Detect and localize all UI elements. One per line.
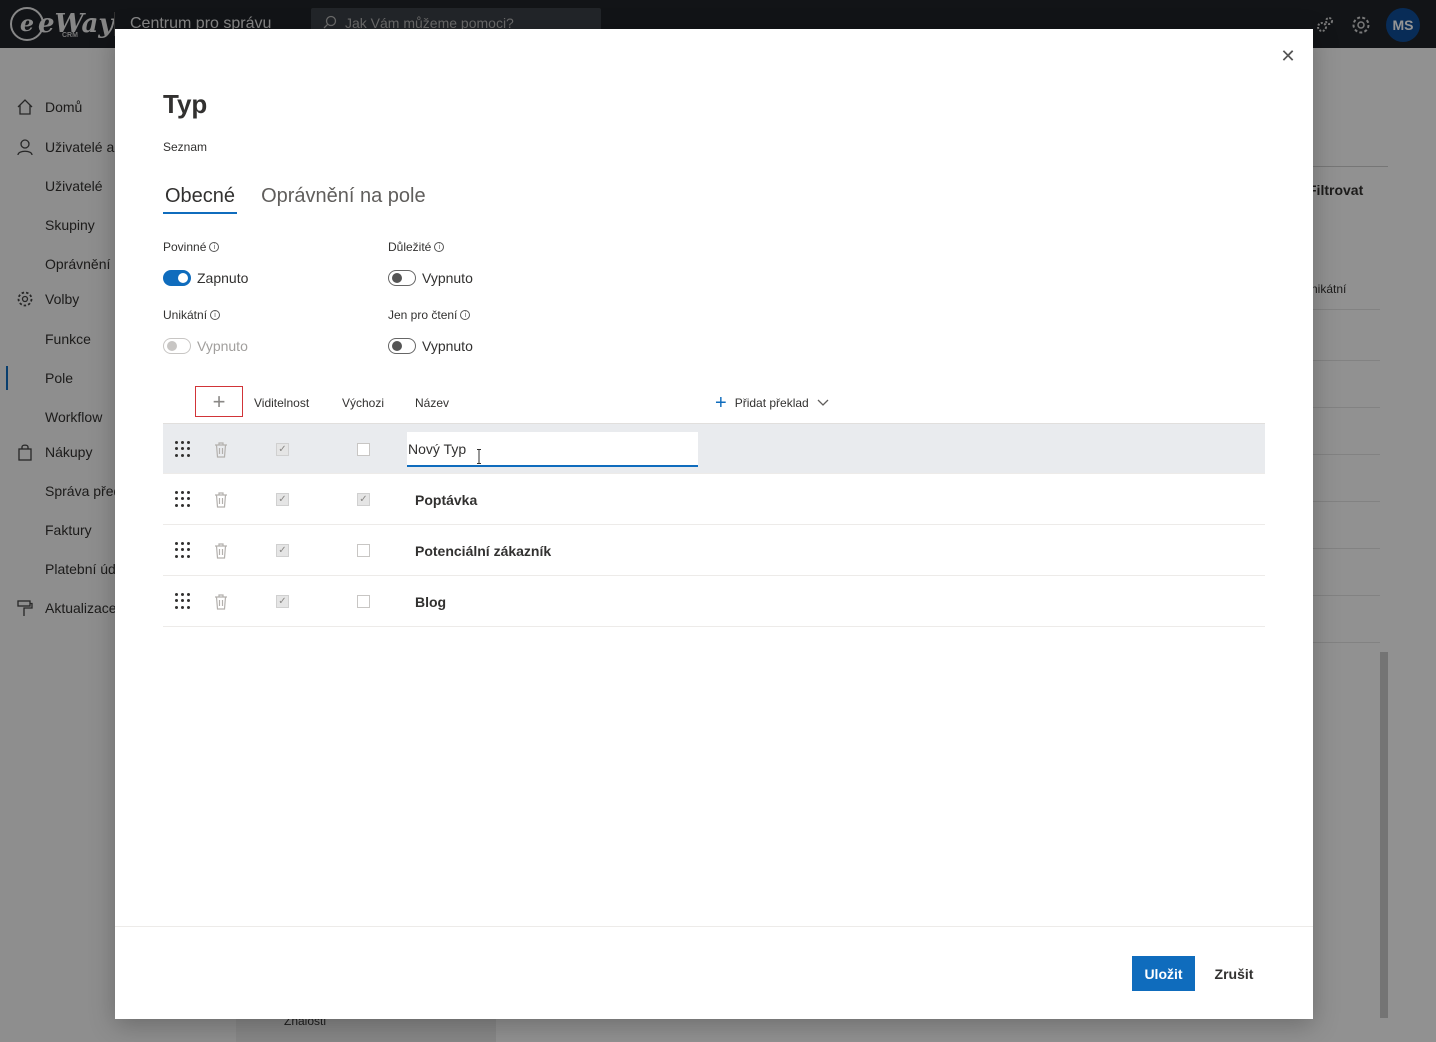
table-row[interactable]: Poptávka (163, 474, 1265, 525)
default-checkbox[interactable] (357, 443, 370, 456)
column-header-visibility: Viditelnost (254, 396, 310, 410)
required-field: Povinné i Zapnuto (163, 240, 248, 286)
item-name[interactable]: Potenciální zákazník (415, 543, 551, 559)
tab-field-permissions[interactable]: Oprávnění na pole (259, 185, 428, 212)
cancel-button[interactable]: Zrušit (1205, 956, 1263, 991)
add-translation-label: Přidat překlad (734, 396, 809, 410)
visibility-checkbox (276, 443, 289, 456)
default-checkbox[interactable] (357, 493, 370, 506)
options-grid: + Viditelnost Výchozi Název + Přidat pře… (163, 384, 1265, 627)
plus-icon: + (715, 392, 727, 414)
item-name[interactable]: Poptávka (415, 492, 477, 508)
plus-icon: + (212, 388, 226, 414)
drag-handle-icon[interactable] (175, 441, 191, 457)
table-row[interactable]: Blog (163, 576, 1265, 627)
unique-field: Unikátní i Vypnuto (163, 308, 248, 354)
info-icon[interactable]: i (209, 242, 220, 252)
drag-handle-icon[interactable] (175, 542, 191, 558)
trash-icon[interactable] (213, 441, 229, 459)
required-toggle-state: Zapnuto (197, 270, 249, 286)
readonly-toggle-state: Vypnuto (422, 338, 473, 354)
table-row[interactable]: Potenciální zákazník (163, 525, 1265, 576)
required-label: Povinné (163, 240, 207, 254)
dialog-subtitle: Seznam (163, 140, 208, 154)
visibility-checkbox (276, 493, 289, 506)
footer-divider (115, 926, 1313, 927)
item-name[interactable]: Blog (415, 594, 446, 610)
default-checkbox[interactable] (357, 595, 370, 608)
trash-icon[interactable] (213, 491, 229, 509)
readonly-field: Jen pro čtení i Vypnuto (388, 308, 473, 354)
grid-header: + Viditelnost Výchozi Název + Přidat pře… (163, 384, 1265, 423)
field-edit-dialog: ✕ Typ Seznam Obecné Oprávnění na pole Po… (115, 29, 1313, 1019)
column-header-name: Název (415, 396, 450, 410)
save-button[interactable]: Uložit (1132, 956, 1195, 991)
info-icon[interactable]: i (210, 310, 221, 320)
important-label: Důležité (388, 240, 432, 254)
dialog-tabs: Obecné Oprávnění na pole (163, 185, 428, 214)
required-toggle[interactable] (163, 270, 191, 286)
item-name-input[interactable] (407, 432, 698, 467)
drag-handle-icon[interactable] (175, 593, 191, 609)
unique-toggle (163, 338, 191, 354)
trash-icon[interactable] (213, 542, 229, 560)
important-toggle-state: Vypnuto (422, 270, 473, 286)
visibility-checkbox (276, 544, 289, 557)
add-translation-button[interactable]: + Přidat překlad (715, 393, 829, 413)
readonly-label: Jen pro čtení (388, 308, 458, 322)
unique-label: Unikátní (163, 308, 208, 322)
column-header-default: Výchozi (342, 396, 385, 410)
info-icon[interactable]: i (434, 242, 445, 252)
readonly-toggle[interactable] (388, 338, 416, 354)
add-item-button[interactable]: + (195, 386, 243, 417)
dialog-title: Typ (163, 89, 208, 119)
trash-icon[interactable] (213, 593, 229, 611)
drag-handle-icon[interactable] (175, 491, 191, 507)
chevron-down-icon (817, 396, 829, 410)
important-toggle[interactable] (388, 270, 416, 286)
visibility-checkbox (276, 595, 289, 608)
text-cursor-icon (477, 449, 481, 464)
default-checkbox[interactable] (357, 544, 370, 557)
table-row[interactable] (163, 423, 1265, 474)
tab-general[interactable]: Obecné (163, 185, 238, 214)
info-icon[interactable]: i (460, 310, 471, 320)
unique-toggle-state: Vypnuto (197, 338, 248, 354)
close-icon[interactable]: ✕ (1277, 45, 1299, 67)
important-field: Důležité i Vypnuto (388, 240, 473, 286)
